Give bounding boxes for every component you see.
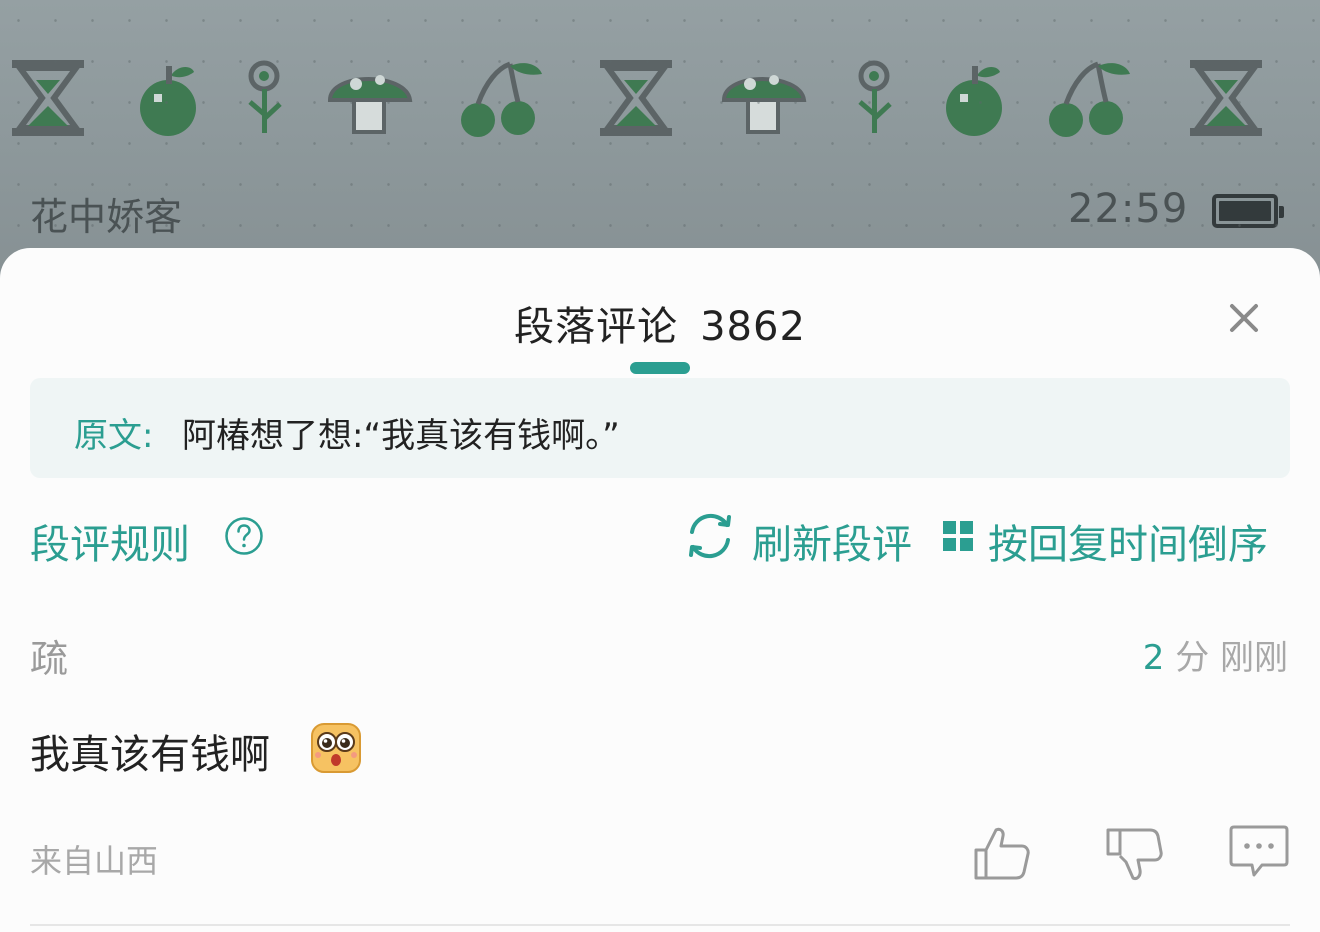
thumbs-down-icon[interactable] <box>1104 824 1164 884</box>
grid-sort-icon[interactable] <box>942 520 974 552</box>
mushroom-icon <box>327 75 413 134</box>
hourglass-icon <box>12 60 84 136</box>
status-clock: 22:59 <box>1068 186 1189 232</box>
thumbs-up-icon[interactable] <box>972 824 1032 884</box>
pixel-icon-row <box>0 58 1320 148</box>
reader-background: 花中娇客 22:59 <box>0 0 1320 270</box>
surprised-emoji-icon <box>311 723 361 773</box>
paragraph-comments-sheet: 段落评论 3862 原文: 阿椿想了想:“我真该有钱啊。” 段评规则 刷新段评 按… <box>0 248 1320 932</box>
comment-count: 3862 <box>700 304 806 350</box>
tab-indicator <box>630 362 690 374</box>
cherry-icon <box>461 61 542 137</box>
mushroom-icon <box>721 75 807 134</box>
help-icon[interactable] <box>224 516 264 556</box>
original-text-box: 原文: 阿椿想了想:“我真该有钱啊。” <box>30 378 1290 478</box>
apple-icon <box>140 66 196 136</box>
refresh-comments-button[interactable]: 刷新段评 <box>752 512 912 570</box>
book-title: 花中娇客 <box>30 195 183 239</box>
comment-rules-link[interactable]: 段评规则 <box>30 512 190 570</box>
comment-text: 我真该有钱啊 <box>30 732 270 778</box>
comment-divider <box>30 924 1290 926</box>
cherry-icon <box>1049 61 1130 137</box>
refresh-icon[interactable] <box>682 510 738 562</box>
comment-username[interactable]: 疏 <box>30 628 68 683</box>
original-text: 阿椿想了想:“我真该有钱啊。” <box>182 416 620 456</box>
hourglass-icon <box>600 60 672 136</box>
close-icon[interactable] <box>1222 296 1266 340</box>
comment-time: 刚刚 <box>1220 638 1288 678</box>
hourglass-icon <box>1190 60 1262 136</box>
sort-order-button[interactable]: 按回复时间倒序 <box>988 512 1268 570</box>
original-text-label: 原文: <box>74 416 154 456</box>
flower-icon <box>858 60 892 133</box>
sheet-title: 段落评论 3862 <box>0 294 1320 352</box>
flower-icon <box>248 60 282 133</box>
apple-icon <box>946 66 1002 136</box>
comment-location: 来自山西 <box>30 842 159 880</box>
comment-score: 2 <box>1142 638 1165 678</box>
comment-meta: 2 分 刚刚 <box>1143 630 1288 679</box>
battery-icon <box>1212 194 1284 228</box>
comment-score-unit: 分 <box>1175 638 1210 678</box>
reply-comment-icon[interactable] <box>1228 824 1290 880</box>
sheet-title-label: 段落评论 <box>514 304 679 350</box>
